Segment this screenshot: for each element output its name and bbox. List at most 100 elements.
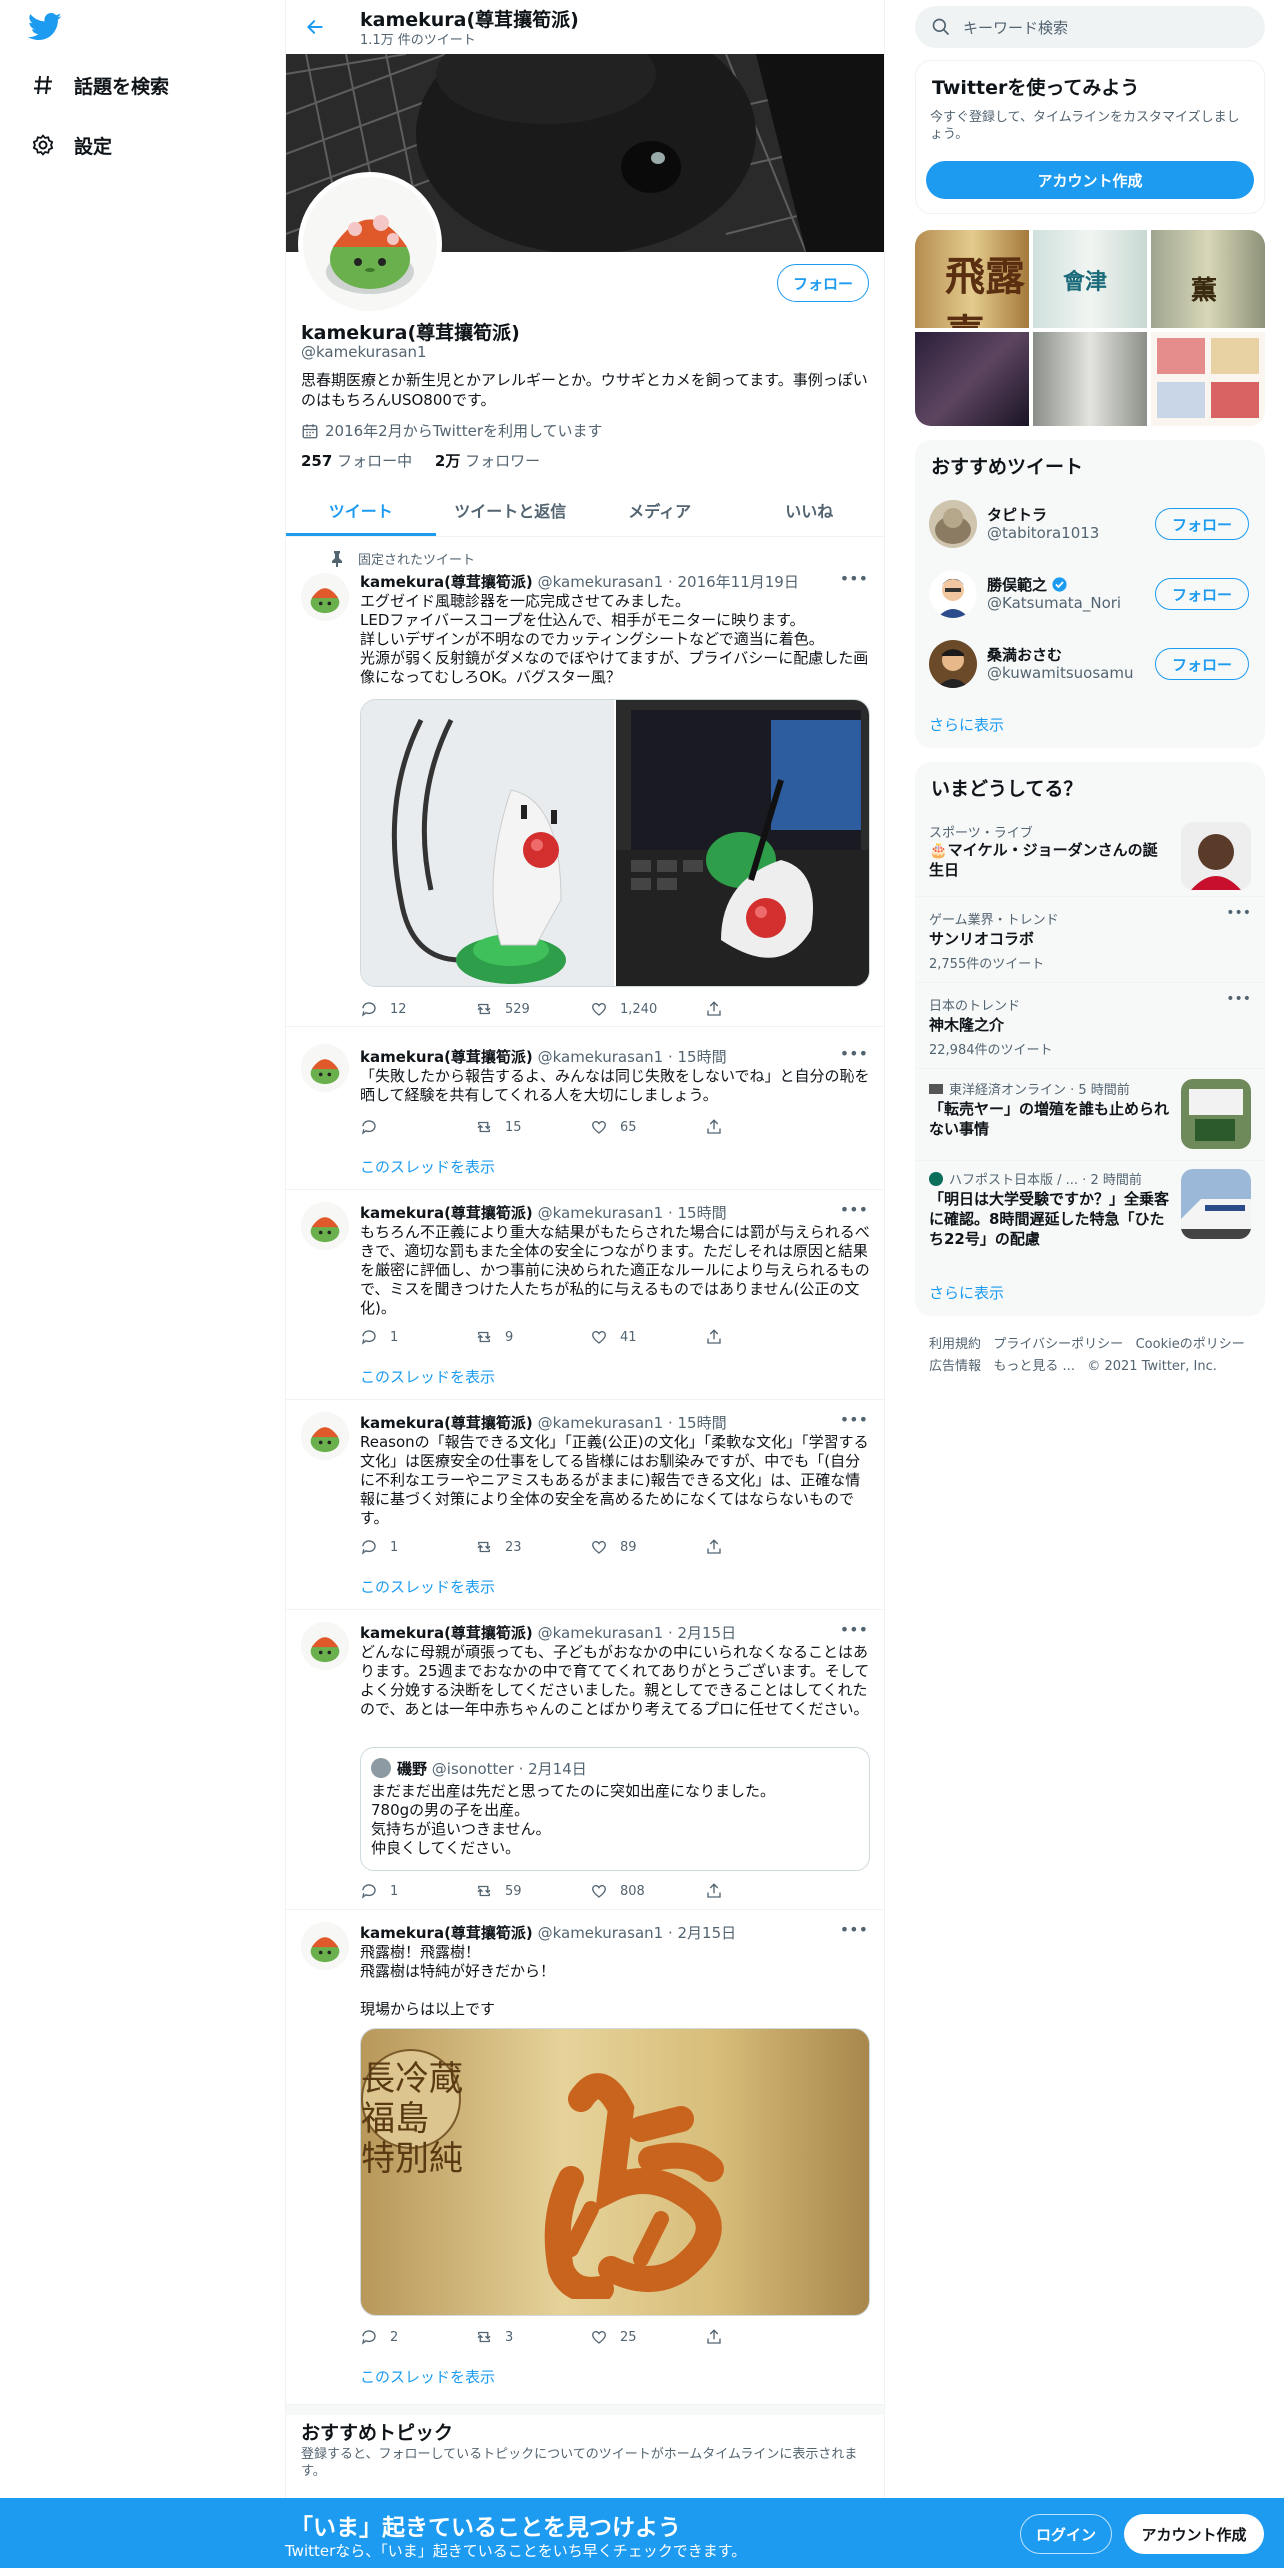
retweet-button[interactable]: 59	[475, 1882, 590, 1900]
tweet-author-name[interactable]: kamekura(尊茸攘筍派)	[360, 1204, 533, 1222]
retweet-button[interactable]: 15	[475, 1118, 590, 1136]
tweet-time[interactable]: 15時間	[678, 1204, 727, 1222]
retweet-button[interactable]: 23	[475, 1538, 590, 1556]
tweet[interactable]: kamekura(尊茸攘筍派) @kamekurasan1 · 15時間 •••…	[286, 1400, 884, 1610]
tweet-author-name[interactable]: kamekura(尊茸攘筍派)	[360, 573, 533, 591]
tweet-time[interactable]: 2月15日	[678, 1624, 737, 1642]
follow-button[interactable]: フォロー	[1155, 508, 1249, 540]
avatar[interactable]	[929, 640, 977, 688]
tweet-time[interactable]: 2月15日	[678, 1924, 737, 1942]
more-icon[interactable]: •••	[1226, 905, 1251, 921]
login-button[interactable]: ログイン	[1020, 2514, 1112, 2554]
share-button[interactable]	[705, 1000, 820, 1018]
tweet-avatar[interactable]	[301, 1622, 349, 1670]
create-account-button[interactable]: アカウント作成	[926, 161, 1254, 199]
who-to-follow-item[interactable]: 勝俣範之 @Katsumata_Nori フォロー	[915, 560, 1265, 630]
quoted-tweet[interactable]: 磯野 @isonotter · 2月14日 まだまだ出産は先だと思ってたのに突如…	[360, 1747, 870, 1871]
show-more-link[interactable]: さらに表示	[929, 714, 1004, 735]
profile-follow-button[interactable]: フォロー	[777, 264, 869, 302]
signup-button[interactable]: アカウント作成	[1124, 2514, 1264, 2554]
profile-avatar[interactable]	[298, 172, 442, 316]
follow-button[interactable]: フォロー	[1155, 578, 1249, 610]
tweet[interactable]: kamekura(尊茸攘筍派) @kamekurasan1 · 15時間 •••…	[286, 1190, 884, 1400]
footer-link-cookies[interactable]: Cookieのポリシー	[1136, 1337, 1245, 1352]
media-grid[interactable]: 飛露喜 會津 薫	[915, 230, 1265, 426]
media-grid-item[interactable]: 薫	[1151, 230, 1265, 328]
tab-media[interactable]: メディア	[585, 484, 735, 536]
more-icon[interactable]: •••	[840, 569, 868, 588]
tab-likes[interactable]: いいね	[735, 484, 885, 536]
tweet-author-name[interactable]: kamekura(尊茸攘筍派)	[360, 1048, 533, 1066]
tweet-media[interactable]	[360, 699, 870, 987]
user-name[interactable]: 勝俣範之	[987, 574, 1047, 595]
tweet-author-name[interactable]: kamekura(尊茸攘筍派)	[360, 1624, 533, 1642]
tweet-avatar[interactable]	[301, 1412, 349, 1460]
back-arrow-icon[interactable]	[300, 12, 330, 42]
retweet-button[interactable]: 529	[475, 1000, 590, 1018]
like-button[interactable]: 41	[590, 1328, 705, 1346]
share-button[interactable]	[705, 2328, 820, 2346]
reply-button[interactable]: 1	[360, 1328, 475, 1346]
who-to-follow-item[interactable]: タピトラ @tabitora1013 フォロー	[915, 490, 1265, 560]
reply-button[interactable]: 12	[360, 1000, 475, 1018]
show-thread-link[interactable]: このスレッドを表示	[360, 1156, 495, 1177]
user-name[interactable]: 桑満おさむ	[987, 644, 1062, 665]
more-icon[interactable]: •••	[840, 1410, 868, 1429]
tweet-media[interactable]: 長冷蔵 福島 特別純	[360, 2028, 870, 2316]
media-grid-item[interactable]: 會津	[1033, 230, 1147, 328]
tweet-author-name[interactable]: kamekura(尊茸攘筍派)	[360, 1924, 533, 1942]
more-icon[interactable]: •••	[1226, 991, 1251, 1007]
retweet-button[interactable]: 9	[475, 1328, 590, 1346]
nav-item-settings[interactable]: 設定	[28, 125, 112, 165]
tweet-time[interactable]: 2016年11月19日	[678, 573, 799, 591]
show-thread-link[interactable]: このスレッドを表示	[360, 1366, 495, 1387]
tweet-avatar[interactable]	[301, 1922, 349, 1970]
show-thread-link[interactable]: このスレッドを表示	[360, 2366, 495, 2387]
footer-link-more[interactable]: もっと見る ...	[993, 1359, 1075, 1374]
like-button[interactable]: 1,240	[590, 1000, 705, 1018]
share-button[interactable]	[705, 1118, 820, 1136]
tab-tweets[interactable]: ツイート	[286, 484, 436, 536]
tweet-avatar[interactable]	[301, 573, 349, 621]
tweet-avatar[interactable]	[301, 1044, 349, 1092]
reply-button[interactable]: 2	[360, 2328, 475, 2346]
trend-item[interactable]: ゲーム業界・トレンド ••• サンリオコラボ 2,755件のツイート	[915, 896, 1265, 982]
trend-item[interactable]: 東洋経済オンライン · 5 時間前 「転売ヤー」の増殖を誰も止められない事情	[915, 1068, 1265, 1160]
tab-tweets-and-replies[interactable]: ツイートと返信	[436, 484, 586, 536]
like-button[interactable]: 808	[590, 1882, 705, 1900]
followers-link[interactable]: 2万 フォロワー	[435, 452, 540, 470]
more-icon[interactable]: •••	[840, 1200, 868, 1219]
footer-link-privacy[interactable]: プライバシーポリシー	[993, 1337, 1123, 1352]
follow-button[interactable]: フォロー	[1155, 648, 1249, 680]
footer-link-terms[interactable]: 利用規約	[929, 1337, 981, 1352]
tweet[interactable]: kamekura(尊茸攘筍派) @kamekurasan1 · 2月15日 ••…	[286, 1610, 884, 1910]
reply-button[interactable]	[360, 1118, 475, 1136]
twitter-bird-icon[interactable]	[28, 12, 62, 42]
share-button[interactable]	[705, 1882, 820, 1900]
media-grid-item[interactable]: 飛露喜	[915, 230, 1029, 328]
tweet-time[interactable]: 15時間	[678, 1048, 727, 1066]
avatar[interactable]	[929, 500, 977, 548]
search-input[interactable]: キーワード検索	[915, 6, 1265, 48]
reply-button[interactable]: 1	[360, 1882, 475, 1900]
like-button[interactable]: 25	[590, 2328, 705, 2346]
share-button[interactable]	[705, 1328, 820, 1346]
more-icon[interactable]: •••	[840, 1620, 868, 1639]
share-button[interactable]	[705, 1538, 820, 1556]
tweet-pinned[interactable]: 固定されたツイート kamekura(尊茸攘筍派) @kamekurasan1 …	[286, 537, 884, 1027]
like-button[interactable]: 89	[590, 1538, 705, 1556]
following-link[interactable]: 257 フォロー中	[301, 452, 412, 470]
show-thread-link[interactable]: このスレッドを表示	[360, 1576, 495, 1597]
nav-item-explore[interactable]: 話題を検索	[28, 65, 169, 105]
tweet-avatar[interactable]	[301, 1202, 349, 1250]
tweet-author-name[interactable]: kamekura(尊茸攘筍派)	[360, 1414, 533, 1432]
reply-button[interactable]: 1	[360, 1538, 475, 1556]
media-grid-item[interactable]	[1151, 332, 1265, 426]
tweet-time[interactable]: 15時間	[678, 1414, 727, 1432]
media-grid-item[interactable]	[1033, 332, 1147, 426]
trend-item[interactable]: ハフポスト日本版 / ... · 2 時間前 「明日は大学受験ですか？」全乗客に…	[915, 1160, 1265, 1262]
tweet[interactable]: kamekura(尊茸攘筍派) @kamekurasan1 · 15時間 •••…	[286, 1032, 884, 1190]
more-icon[interactable]: •••	[840, 1044, 868, 1063]
footer-link-ads[interactable]: 広告情報	[929, 1359, 981, 1374]
user-name[interactable]: タピトラ	[987, 504, 1047, 525]
